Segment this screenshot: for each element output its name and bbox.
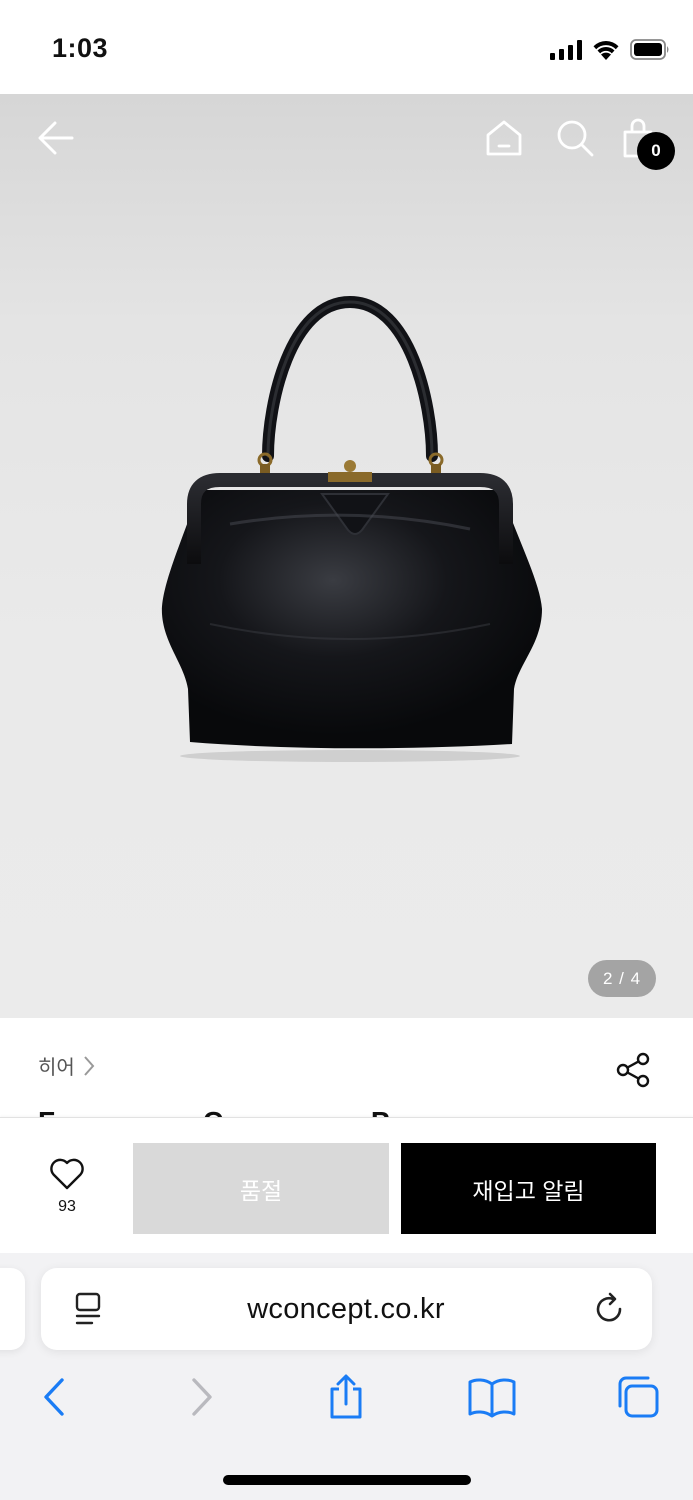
back-arrow-icon[interactable] [36, 118, 76, 158]
like-count: 93 [58, 1198, 76, 1215]
heart-icon [50, 1158, 84, 1190]
product-image-gallery[interactable]: 0 2 / 4 [0, 94, 693, 1018]
brand-row: 히어 F C P [0, 1018, 693, 1118]
wishlist-button[interactable]: 93 [38, 1158, 96, 1228]
previous-tab-preview[interactable] [0, 1268, 25, 1350]
status-time: 1:03 [52, 33, 109, 63]
url-text[interactable]: wconcept.co.kr [141, 1268, 551, 1350]
home-indicator [223, 1475, 471, 1485]
cellular-signal-icon [550, 40, 582, 60]
chevron-right-icon [84, 1055, 95, 1076]
tabs-icon[interactable] [613, 1374, 661, 1420]
brand-link[interactable]: 히어 [38, 1051, 95, 1080]
address-bar[interactable]: wconcept.co.kr [41, 1268, 652, 1350]
home-icon[interactable] [484, 118, 524, 158]
page-menu-icon[interactable] [72, 1292, 104, 1326]
wifi-icon [593, 41, 619, 60]
purchase-action-bar: 93 품절 재입고 알림 [0, 1117, 693, 1253]
black-leather-handbag-image [161, 295, 542, 762]
browser-forward-icon[interactable] [188, 1374, 216, 1420]
restock-alert-button[interactable]: 재입고 알림 [401, 1143, 656, 1234]
soldout-button[interactable]: 품절 [133, 1143, 389, 1234]
bookmarks-icon[interactable] [467, 1374, 517, 1420]
browser-chrome: wconcept.co.kr [0, 1253, 693, 1500]
brand-label: 히어 [38, 1055, 75, 1079]
cart-count-badge[interactable]: 0 [637, 132, 675, 170]
browser-share-icon[interactable] [325, 1374, 367, 1420]
reload-icon[interactable] [593, 1292, 627, 1326]
image-page-indicator: 2 / 4 [588, 960, 656, 997]
share-icon[interactable] [615, 1052, 653, 1088]
battery-icon [630, 39, 669, 60]
search-icon[interactable] [555, 118, 595, 158]
status-bar: 1:03 [0, 0, 693, 94]
browser-back-icon[interactable] [40, 1374, 68, 1420]
